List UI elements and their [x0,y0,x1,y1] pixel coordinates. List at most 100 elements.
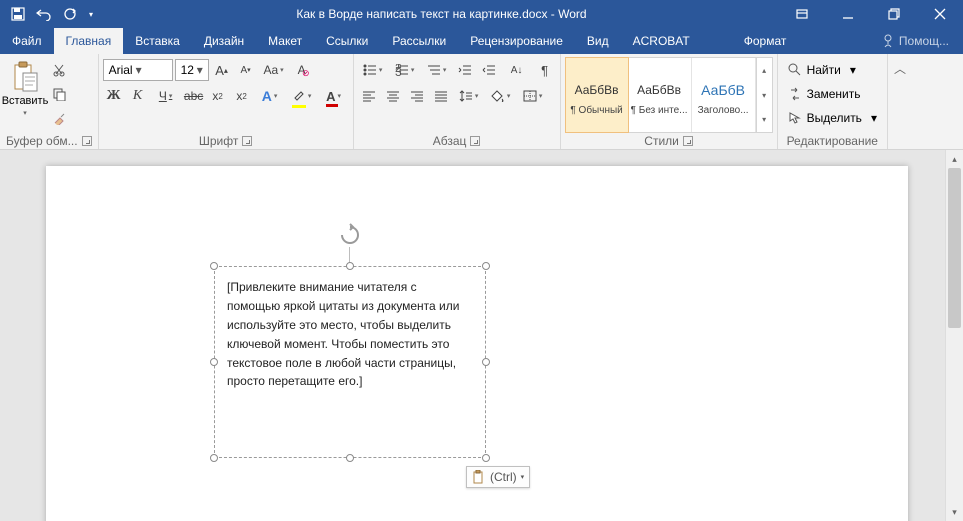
resize-handle-tl[interactable] [210,262,218,270]
tab-acrobat[interactable]: ACROBAT [621,28,702,54]
resize-handle-l[interactable] [210,358,218,366]
font-name-combo[interactable]: Arial▾ [103,59,173,81]
ribbon: Вставить ▾ Буфер обм... Arial▾ 12▾ A▴ A▾… [0,54,963,150]
tab-layout[interactable]: Макет [256,28,314,54]
shading-button[interactable]: ▾ [486,85,516,107]
styles-scroll: ▴ ▾ ▾ [756,58,772,132]
styles-gallery: АаБбВв ¶ Обычный АаБбВв ¶ Без инте... Аа… [565,57,773,133]
select-button[interactable]: Выделить▾ [782,106,883,130]
italic-button[interactable]: К [127,85,149,107]
align-left-button[interactable] [358,85,380,107]
font-color-button[interactable]: A▾ [319,85,349,107]
styles-group-label: Стили [644,134,679,148]
collapse-ribbon-button[interactable]: ︿ [888,54,912,149]
change-case-button[interactable]: Aa▾ [259,59,289,81]
styles-up[interactable]: ▴ [757,58,772,83]
tab-mailings[interactable]: Рассылки [380,28,458,54]
scroll-up-button[interactable]: ▴ [946,150,963,168]
font-name-value: Arial [109,63,133,77]
maximize-button[interactable] [871,0,917,28]
rotate-handle[interactable] [338,223,362,247]
copy-button[interactable] [48,83,70,105]
bold-button[interactable]: Ж [103,85,125,107]
justify-button[interactable] [430,85,452,107]
find-button[interactable]: Найти▾ [782,58,862,82]
show-marks-button[interactable]: ¶ [534,59,556,81]
subscript-button[interactable]: x2 [207,85,229,107]
title-bar: ▾ Как в Ворде написать текст на картинке… [0,0,963,28]
tab-view[interactable]: Вид [575,28,621,54]
page[interactable]: [Привлеките внимание читателя с помощью … [46,166,908,521]
resize-handle-r[interactable] [482,358,490,366]
font-dialog-launcher[interactable] [242,136,252,146]
ribbon-tabs: Файл Главная Вставка Дизайн Макет Ссылки… [0,28,963,54]
style-normal[interactable]: АаБбВв ¶ Обычный [565,57,629,133]
multilevel-button[interactable]: ▾ [422,59,452,81]
text-box[interactable]: [Привлеките внимание читателя с помощью … [214,266,486,458]
vertical-scrollbar[interactable]: ▴ ▾ [945,150,963,521]
line-spacing-button[interactable]: ▾ [454,85,484,107]
scroll-down-button[interactable]: ▾ [946,503,963,521]
minimize-button[interactable] [825,0,871,28]
shrink-font-button[interactable]: A▾ [235,59,257,81]
underline-button[interactable]: Ч▾ [151,85,181,107]
bullets-button[interactable]: ▾ [358,59,388,81]
text-effects-button[interactable]: A▾ [255,85,285,107]
qat-customize-button[interactable]: ▾ [84,2,98,26]
tab-references[interactable]: Ссылки [314,28,380,54]
borders-button[interactable]: ▾ [518,85,548,107]
paste-button[interactable]: Вставить ▾ [4,57,46,117]
align-center-button[interactable] [382,85,404,107]
editing-group-label: Редактирование [787,134,878,148]
increase-indent-button[interactable] [478,59,500,81]
styles-dialog-launcher[interactable] [683,136,693,146]
tab-format[interactable]: Формат [732,28,799,54]
resize-handle-br[interactable] [482,454,490,462]
styles-more[interactable]: ▾ [757,107,772,132]
window-controls [825,0,963,28]
numbering-button[interactable]: 123▾ [390,59,420,81]
resize-handle-b[interactable] [346,454,354,462]
group-styles: АаБбВв ¶ Обычный АаБбВв ¶ Без инте... Аа… [561,54,778,149]
font-group-label: Шрифт [199,134,238,148]
close-button[interactable] [917,0,963,28]
highlight-button[interactable]: ▾ [287,85,317,107]
cut-button[interactable] [48,59,70,81]
clear-formatting-button[interactable]: A⊘ [291,59,313,81]
resize-handle-bl[interactable] [210,454,218,462]
ribbon-display-button[interactable] [779,7,825,21]
undo-button[interactable] [32,2,56,26]
styles-down[interactable]: ▾ [757,83,772,108]
tab-home[interactable]: Главная [54,28,124,54]
replace-button[interactable]: Заменить [782,82,867,106]
align-right-button[interactable] [406,85,428,107]
style-heading1[interactable]: АаБбВ Заголово... [692,58,756,132]
format-painter-button[interactable] [48,107,70,129]
superscript-button[interactable]: x2 [231,85,253,107]
group-font: Arial▾ 12▾ A▴ A▾ Aa▾ A⊘ Ж К Ч▾ abc x2 x2… [99,54,354,149]
font-size-combo[interactable]: 12▾ [175,59,209,81]
tell-me[interactable]: Помощ... [867,28,963,54]
decrease-indent-button[interactable] [454,59,476,81]
document-scroll[interactable]: [Привлеките внимание читателя с помощью … [0,150,945,521]
save-button[interactable] [6,2,30,26]
clipboard-dialog-launcher[interactable] [82,136,92,146]
redo-button[interactable] [58,2,82,26]
scroll-thumb[interactable] [948,168,961,328]
paragraph-dialog-launcher[interactable] [470,136,480,146]
tab-file[interactable]: Файл [0,28,54,54]
text-box-content[interactable]: [Привлеките внимание читателя с помощью … [227,280,459,388]
quick-access-toolbar: ▾ [0,2,104,26]
strikethrough-button[interactable]: abc [183,85,205,107]
grow-font-button[interactable]: A▴ [211,59,233,81]
sort-button[interactable]: A↓ [502,59,532,81]
resize-handle-tr[interactable] [482,262,490,270]
group-paragraph: ▾ 123▾ ▾ A↓ ¶ ▾ ▾ ▾ Абзац [354,54,561,149]
tab-review[interactable]: Рецензирование [458,28,575,54]
style-no-spacing[interactable]: АаБбВв ¶ Без инте... [628,58,692,132]
window-title: Как в Ворде написать текст на картинке.d… [104,7,779,21]
paste-options-button[interactable]: (Ctrl) ▾ [466,466,530,488]
tab-insert[interactable]: Вставка [123,28,192,54]
tab-design[interactable]: Дизайн [192,28,256,54]
resize-handle-t[interactable] [346,262,354,270]
